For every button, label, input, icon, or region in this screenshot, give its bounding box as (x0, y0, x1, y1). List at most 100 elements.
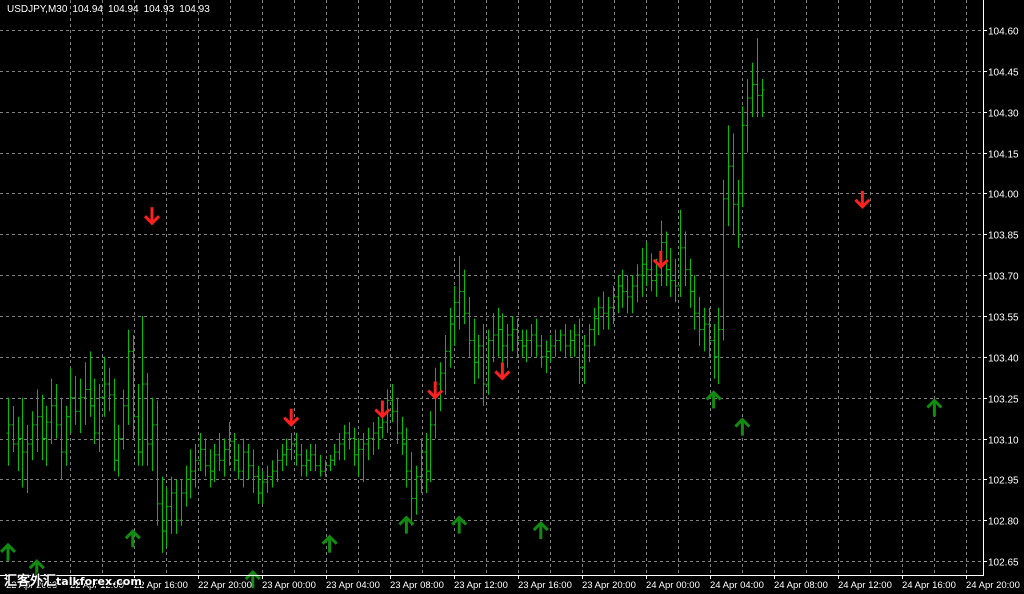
ohlc-bar (107, 367, 112, 412)
ohlc-bar (678, 209, 683, 297)
ohlc-bar (467, 296, 472, 357)
ohlc-bar (644, 242, 649, 286)
ohlc-bar (73, 375, 78, 425)
price-tick-label: 104.30 (988, 109, 1019, 120)
ohlc-bar (256, 465, 261, 504)
ohlc-bar (620, 269, 625, 308)
ohlc-bar (572, 324, 577, 357)
ohlc-bar (270, 460, 275, 488)
ohlc-bar (25, 424, 30, 493)
ohlc-bar (457, 256, 462, 330)
ohlc-bar (712, 324, 717, 379)
ohlc-bar (548, 335, 553, 363)
time-tick-label: 23 Apr 16:00 (518, 580, 572, 591)
ohlc-bar (563, 324, 568, 357)
ohlc-bar (102, 356, 107, 417)
time-tick-label: 23 Apr 00:00 (262, 580, 316, 591)
ohlc-bar (553, 329, 558, 357)
time-tick-label: 23 Apr 12:00 (454, 580, 508, 591)
time-tick-label: 24 Apr 16:00 (902, 580, 956, 591)
ohlc-bar (304, 449, 309, 477)
ohlc-bar (308, 443, 313, 472)
ohlc-bar (395, 397, 400, 444)
ohlc-bar (673, 258, 678, 303)
close-value: 104.93 (179, 4, 210, 15)
price-tick-label: 103.55 (988, 313, 1019, 324)
ohlc-bar (433, 367, 438, 439)
time-axis[interactable]: 22 Apr 2008 22 Apr 12:00 22 Apr 16:00 22 Ap… (6, 575, 1020, 591)
price-tick-label: 104.00 (988, 190, 1019, 201)
price-tick-label: 103.40 (988, 354, 1019, 365)
ohlc-bar (510, 315, 515, 352)
price-tick-label: 104.45 (988, 68, 1019, 79)
ohlc-bar (736, 179, 741, 248)
open-value: 104.94 (72, 4, 103, 15)
ohlc-bar (601, 291, 606, 330)
ohlc-bar (616, 275, 621, 314)
ohlc-bar (424, 433, 429, 493)
ohlc-bar (452, 285, 457, 346)
ohlc-bar (68, 367, 73, 434)
sell-arrow-icon (143, 207, 161, 226)
ohlc-bar (198, 433, 203, 472)
ohlc-bar (491, 313, 496, 363)
ohlc-bar (635, 264, 640, 303)
ohlc-bar (275, 449, 280, 483)
buy-arrow-icon (705, 390, 722, 409)
symbol-label: USDJPY,M30 (7, 4, 68, 15)
time-tick-label: 24 Apr 04:00 (710, 580, 764, 591)
ohlc-bars (6, 38, 765, 553)
ohlc-bar (280, 443, 285, 472)
ohlc-bar (404, 427, 409, 488)
price-chart[interactable]: 104.60 104.45 104.30 104.15 104.00 103.85 103.… (0, 0, 1024, 594)
sell-arrow-icon (854, 190, 871, 209)
ohlc-bar (169, 476, 174, 534)
ohlc-bar (64, 405, 69, 466)
buy-arrow-icon (0, 542, 17, 561)
ohlc-bar (347, 422, 352, 450)
buy-arrow-icon (124, 529, 141, 548)
ohlc-bar (164, 487, 169, 548)
ohlc-bar (668, 247, 673, 297)
ohlc-bar (6, 397, 11, 466)
ohlc-bar (472, 318, 477, 385)
ohlc-bar (212, 443, 217, 483)
buy-arrow-icon (734, 417, 751, 436)
ohlc-bar (702, 307, 707, 352)
ohlc-bar (217, 433, 222, 472)
ohlc-bar (400, 416, 405, 455)
ohlc-bar (232, 433, 237, 472)
buy-arrow-icon (926, 398, 943, 417)
time-tick-label: 22 Apr 16:00 (134, 580, 188, 591)
ohlc-bar (640, 247, 645, 297)
ohlc-bar (193, 443, 198, 488)
ohlc-bar (534, 318, 539, 357)
buy-arrow-icon (321, 534, 338, 553)
chart-title: USDJPY,M30 104.94 104.94 104.93 104.93 (7, 4, 215, 15)
ohlc-bar (332, 443, 337, 466)
ohlc-bar (716, 307, 721, 385)
ohlc-bar (97, 384, 102, 453)
ohlc-bar (683, 231, 688, 286)
price-axis[interactable]: 104.60 104.45 104.30 104.15 104.00 103.85 103.… (983, 27, 1019, 569)
ohlc-bar (366, 427, 371, 461)
ohlc-bar (49, 378, 54, 444)
chart-window[interactable]: 104.60 104.45 104.30 104.15 104.00 103.85 103.… (0, 0, 1024, 594)
ohlc-bar (462, 269, 467, 325)
ohlc-bar (376, 416, 381, 450)
ohlc-bar (208, 449, 213, 488)
ohlc-bar (16, 416, 21, 472)
ohlc-bar (203, 438, 208, 477)
ohlc-bar (630, 275, 635, 314)
ohlc-bar (59, 397, 64, 480)
ohlc-bar (260, 471, 265, 504)
ohlc-bar (342, 424, 347, 461)
ohlc-bar (414, 465, 419, 515)
ohlc-bar (140, 315, 145, 466)
time-tick-label: 24 Apr 20:00 (966, 580, 1020, 591)
ohlc-bar (356, 438, 361, 477)
ohlc-bar (520, 329, 525, 357)
ohlc-bar (390, 384, 395, 423)
time-tick-label: 22 Apr 20:00 (198, 580, 252, 591)
ohlc-bar (544, 340, 549, 374)
